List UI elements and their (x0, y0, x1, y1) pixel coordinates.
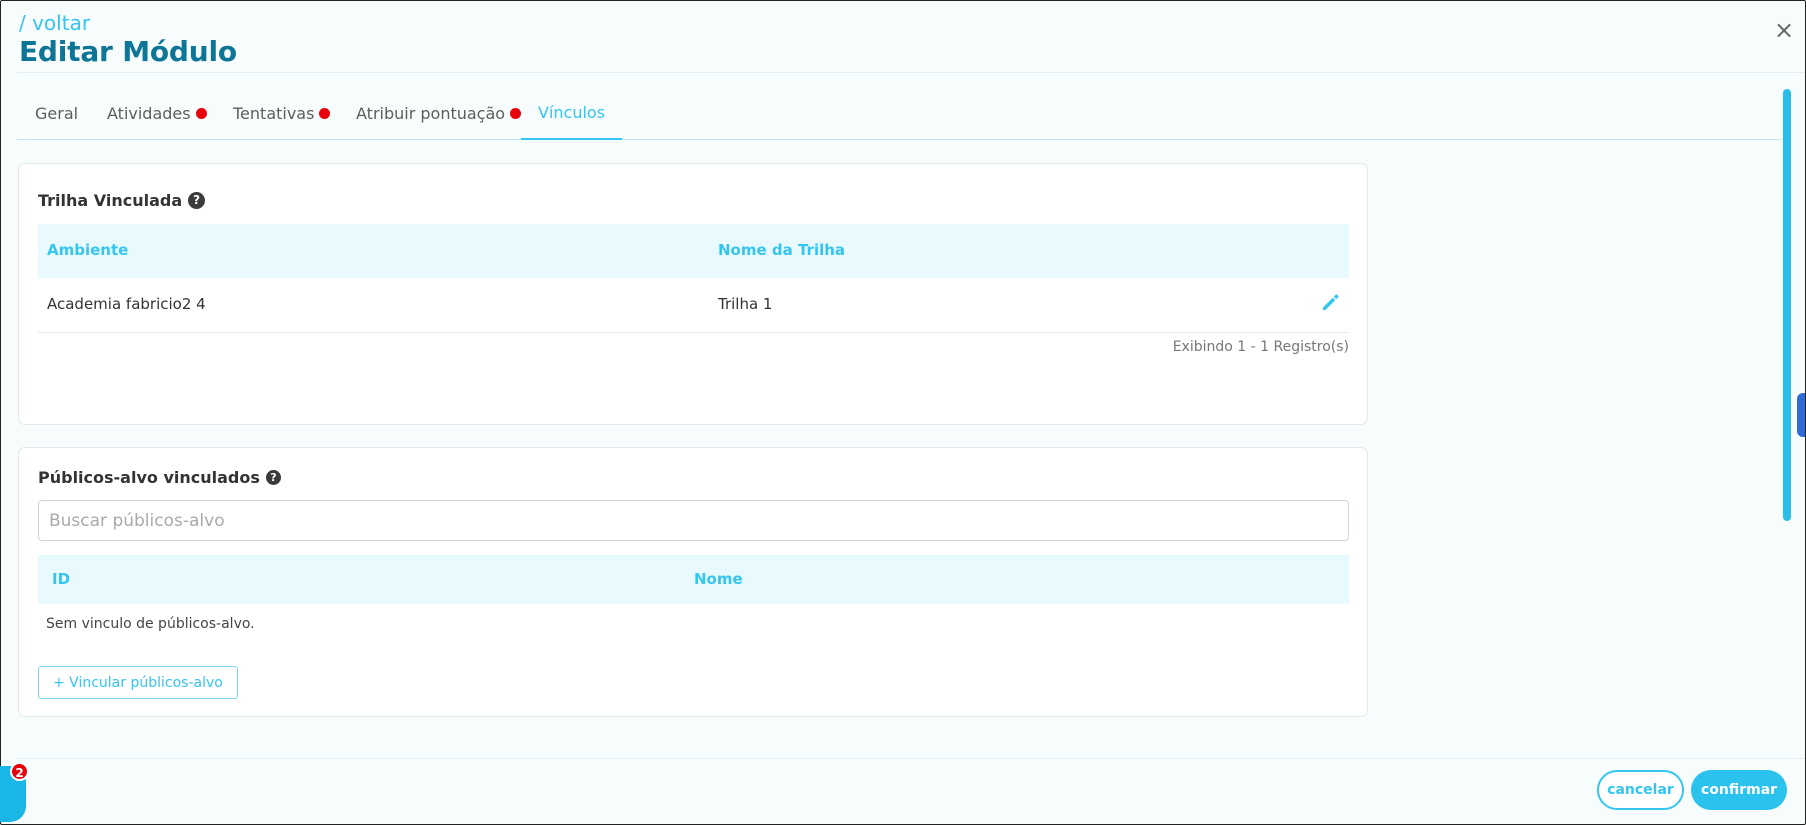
search-input[interactable] (38, 500, 1349, 541)
help-icon[interactable]: ? (188, 191, 206, 209)
tab-vinculos[interactable]: Vínculos (521, 97, 623, 140)
link-publicos-button[interactable]: + Vincular públicos-alvo (38, 666, 238, 699)
tab-atribuir-pontuacao[interactable]: Atribuir pontuação (356, 97, 522, 140)
publicos-card: Públicos-alvo vinculados? ID Nome Sem vi… (18, 447, 1368, 717)
tab-label: Vínculos (538, 103, 606, 122)
tab-tentativas[interactable]: Tentativas (233, 97, 331, 140)
tab-label: Geral (35, 104, 79, 123)
notification-badge: 2 (10, 762, 29, 781)
table-row: Academia fabricio2 4 Trilha 1 (38, 278, 1349, 333)
empty-message: Sem vinculo de públicos-alvo. (46, 616, 255, 632)
publicos-title-text: Públicos-alvo vinculados (38, 468, 260, 487)
cell-nome-trilha: Trilha 1 (718, 295, 773, 313)
pagination-info: Exibindo 1 - 1 Registro(s) (1172, 339, 1349, 355)
side-feedback-tab[interactable] (1797, 393, 1805, 437)
col-nome-trilha: Nome da Trilha (718, 241, 846, 259)
tab-label: Atividades (107, 104, 191, 123)
alert-dot (195, 108, 207, 119)
cancel-button[interactable]: cancelar (1597, 770, 1684, 810)
modal-window: / voltar Editar Módulo × Geral Atividade… (0, 0, 1806, 825)
page-title: Editar Módulo (19, 35, 237, 68)
scrollbar-thumb[interactable] (1783, 89, 1791, 521)
tab-label: Atribuir pontuação (356, 104, 506, 123)
close-icon[interactable]: × (1773, 18, 1795, 42)
alert-dot (510, 108, 522, 119)
edit-pencil-icon[interactable] (1321, 292, 1341, 312)
footer-divider (17, 758, 1805, 759)
publicos-title: Públicos-alvo vinculados? (38, 468, 281, 487)
header-divider (17, 72, 1805, 73)
col-ambiente: Ambiente (47, 241, 129, 259)
trilha-card: Trilha Vinculada? Ambiente Nome da Trilh… (18, 163, 1368, 425)
scrollbar[interactable] (1783, 89, 1791, 521)
publicos-table-header: ID Nome (38, 555, 1349, 604)
help-icon[interactable]: ? (265, 469, 281, 485)
tab-atividades[interactable]: Atividades (107, 97, 207, 140)
col-id: ID (52, 570, 71, 588)
tab-bar: Geral Atividades Tentativas Atribuir pon… (17, 97, 1781, 140)
back-link[interactable]: / voltar (19, 11, 237, 35)
trilha-title: Trilha Vinculada? (38, 191, 206, 210)
tab-geral[interactable]: Geral (35, 97, 78, 140)
confirm-button[interactable]: confirmar (1691, 770, 1787, 810)
col-nome: Nome (694, 570, 743, 588)
cell-ambiente: Academia fabricio2 4 (47, 295, 206, 313)
trilha-title-text: Trilha Vinculada (38, 191, 183, 210)
modal-header: / voltar Editar Módulo (19, 11, 237, 69)
tab-label: Tentativas (233, 104, 315, 123)
trilha-table-header: Ambiente Nome da Trilha (38, 224, 1349, 278)
alert-dot (319, 108, 331, 119)
